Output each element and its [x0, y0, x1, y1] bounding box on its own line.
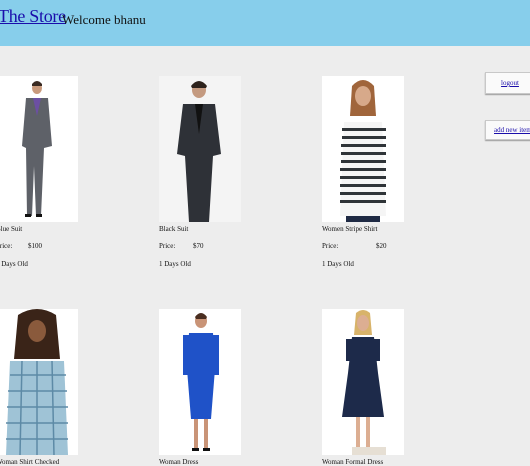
price-label: Price:: [0, 242, 13, 250]
price-label: Price:: [159, 242, 176, 250]
product-image[interactable]: [322, 76, 404, 222]
product-image[interactable]: [159, 76, 241, 222]
product-image[interactable]: [159, 309, 241, 455]
price-label: Price:: [322, 242, 339, 250]
product-age: 1 Days Old: [0, 260, 28, 268]
product-name: Black Suit: [159, 225, 189, 233]
product-price-row: Price: $20: [322, 242, 387, 250]
add-new-item-button[interactable]: add new item: [485, 120, 530, 140]
store-brand-link[interactable]: The Store: [0, 6, 66, 27]
product-name: Woman Dress: [159, 458, 199, 466]
product-price: $100: [28, 242, 42, 250]
product-image[interactable]: [0, 76, 78, 222]
welcome-message: Welcome bhanu: [62, 12, 146, 27]
logout-button[interactable]: logout: [485, 72, 530, 94]
product-name: Women Stripe Shirt: [322, 225, 378, 233]
product-price-row: Price: $70: [159, 242, 204, 250]
product-name: Woman Shirt Checked: [0, 458, 60, 466]
product-age: 1 Days Old: [322, 260, 354, 268]
product-name: Blue Suit: [0, 225, 23, 233]
product-price-row: Price: $100: [0, 242, 42, 250]
product-image[interactable]: [0, 309, 78, 455]
product-image[interactable]: [322, 309, 404, 455]
product-age: 1 Days Old: [159, 260, 191, 268]
product-price: $70: [193, 242, 204, 250]
product-name: Woman Formal Dress: [322, 458, 384, 466]
product-price: $20: [376, 242, 387, 250]
top-header-bar: The Store Welcome bhanu: [0, 0, 530, 46]
